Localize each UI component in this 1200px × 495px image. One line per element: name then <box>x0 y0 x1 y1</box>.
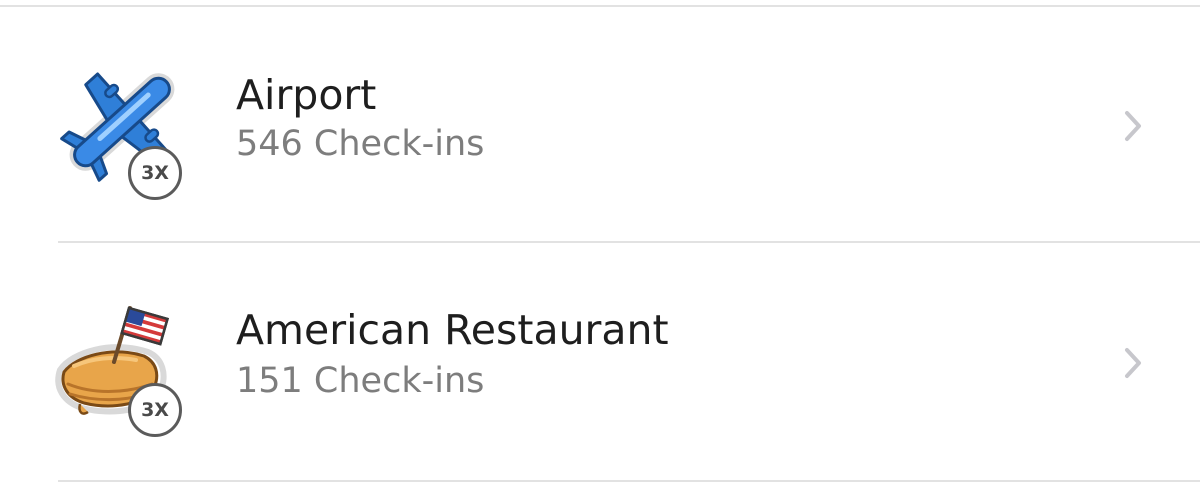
checkin-count: 546 Check-ins <box>236 124 485 164</box>
checkin-count: 151 Check-ins <box>236 361 485 401</box>
category-title: Airport <box>236 71 377 119</box>
chevron-right-icon <box>1118 345 1148 381</box>
list-item-american-restaurant[interactable]: 3X American Restaurant 151 Check-ins <box>0 244 1200 480</box>
row-divider <box>58 480 1200 482</box>
chevron-right-icon <box>1118 108 1148 144</box>
list-item-airport[interactable]: 3X Airport 546 Check-ins <box>0 7 1200 243</box>
category-title: American Restaurant <box>236 306 669 354</box>
row-divider <box>58 241 1200 243</box>
category-list-screen: 3X Airport 546 Check-ins 3X American Res… <box>0 0 1200 495</box>
multiplier-badge: 3X <box>128 383 182 437</box>
multiplier-badge: 3X <box>128 146 182 200</box>
